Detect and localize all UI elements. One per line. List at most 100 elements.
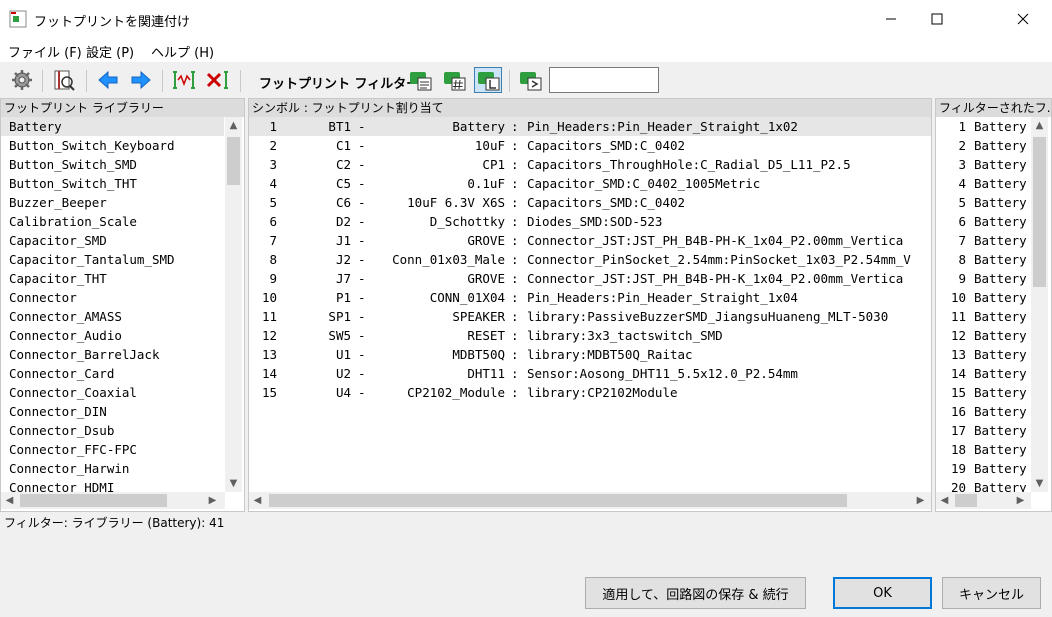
- auto-associate-button[interactable]: [170, 67, 198, 93]
- library-list-item[interactable]: Button_Switch_SMD: [1, 155, 224, 174]
- filtered-name: Battery: [974, 176, 1027, 191]
- filter-by-text-button[interactable]: [516, 67, 544, 93]
- delete-associations-button[interactable]: [203, 67, 231, 93]
- menu-file[interactable]: ファイル (F): [8, 42, 82, 61]
- library-list-item[interactable]: Buzzer_Beeper: [1, 193, 224, 212]
- apply-save-continue-button[interactable]: 適用して、回路図の保存 & 続行: [585, 577, 806, 609]
- filtered-footprint-row[interactable]: 10 Battery: [936, 288, 1031, 307]
- scroll-right-icon[interactable]: ▶: [204, 492, 221, 509]
- filtered-footprint-row[interactable]: 6 Battery: [936, 212, 1031, 231]
- symbol-row[interactable]: 7 J1- GROVE: Connector_JST:JST_PH_B4B-PH-K_…: [249, 231, 931, 250]
- filtered-footprint-row[interactable]: 17 Battery: [936, 421, 1031, 440]
- library-list-item[interactable]: Battery: [1, 117, 224, 136]
- filtered-footprint-row[interactable]: 12 Battery: [936, 326, 1031, 345]
- filter-by-keywords-button[interactable]: [406, 67, 434, 93]
- library-list-item[interactable]: Connector_DIN: [1, 402, 224, 421]
- scroll-left-icon[interactable]: ◀: [1, 492, 18, 509]
- symbol-row[interactable]: 3 C2- CP1: Capacitors_ThroughHole:C_Radial_…: [249, 155, 931, 174]
- filter-by-pin-count-button[interactable]: [440, 67, 468, 93]
- symbol-row[interactable]: 15 U4- CP2102_Module: library:CP2102Module: [249, 383, 931, 402]
- filtered-footprint-row[interactable]: 13 Battery: [936, 345, 1031, 364]
- filtered-footprint-row[interactable]: 8 Battery: [936, 250, 1031, 269]
- scroll-thumb[interactable]: [227, 137, 240, 185]
- filtered-footprint-row[interactable]: 3 Battery: [936, 155, 1031, 174]
- library-list-item[interactable]: Capacitor_THT: [1, 269, 224, 288]
- filtered-hscrollbar[interactable]: ◀ ▶: [936, 492, 1031, 509]
- scroll-thumb[interactable]: [269, 494, 847, 507]
- filtered-footprint-row[interactable]: 9 Battery: [936, 269, 1031, 288]
- library-list-item[interactable]: Connector_Dsub: [1, 421, 224, 440]
- scroll-left-icon[interactable]: ◀: [249, 492, 266, 509]
- library-hscrollbar[interactable]: ◀ ▶: [1, 492, 225, 509]
- symbol-separator: :: [511, 347, 519, 362]
- symbol-row[interactable]: 13 U1- MDBT50Q: library:MDBT50Q_Raitac: [249, 345, 931, 364]
- scroll-right-icon[interactable]: ▶: [1012, 492, 1029, 509]
- symbol-row[interactable]: 4 C5-0.1uF: Capacitor_SMD:C_0402_1005Metri…: [249, 174, 931, 193]
- filtered-footprint-row[interactable]: 4 Battery: [936, 174, 1031, 193]
- toolbar-separator: [240, 70, 241, 92]
- symbol-row[interactable]: 12 SW5- RESET: library:3x3_tactswitch_SMD: [249, 326, 931, 345]
- library-list-item[interactable]: Connector: [1, 288, 224, 307]
- symbol-row[interactable]: 11 SP1- SPEAKER: library:PassiveBuzzerSMD_J…: [249, 307, 931, 326]
- scroll-thumb[interactable]: [1033, 137, 1046, 287]
- library-list-item[interactable]: Capacitor_Tantalum_SMD: [1, 250, 224, 269]
- symbol-row[interactable]: 6 D2- D_Schottky: Diodes_SMD:SOD-523: [249, 212, 931, 231]
- scroll-thumb[interactable]: [20, 494, 167, 507]
- symbol-row[interactable]: 14 U2- DHT11: Sensor:Aosong_DHT11_5.5x12.0_…: [249, 364, 931, 383]
- symbol-separator: :: [511, 309, 519, 324]
- filtered-footprint-row[interactable]: 5 Battery: [936, 193, 1031, 212]
- filtered-footprint-row[interactable]: 7 Battery: [936, 231, 1031, 250]
- filter-by-library-button[interactable]: [474, 67, 502, 93]
- previous-unassigned-button[interactable]: [94, 67, 122, 93]
- library-list-item[interactable]: Connector_Coaxial: [1, 383, 224, 402]
- maximize-button[interactable]: [914, 0, 960, 38]
- filtered-footprint-row[interactable]: 16 Battery: [936, 402, 1031, 421]
- filtered-footprint-row[interactable]: 14 Battery: [936, 364, 1031, 383]
- filtered-footprint-row[interactable]: 2 Battery: [936, 136, 1031, 155]
- library-list-item[interactable]: Connector_FFC-FPC: [1, 440, 224, 459]
- menu-help[interactable]: ヘルプ (H): [151, 42, 214, 61]
- library-list-item[interactable]: Capacitor_SMD: [1, 231, 224, 250]
- minimize-button[interactable]: [868, 0, 914, 38]
- filter-text-input[interactable]: [549, 67, 659, 93]
- cancel-button[interactable]: キャンセル: [942, 577, 1041, 609]
- library-list-item[interactable]: Connector_BarrelJack: [1, 345, 224, 364]
- library-list-item[interactable]: Connector_Card: [1, 364, 224, 383]
- scroll-up-icon[interactable]: ▲: [225, 117, 242, 134]
- library-list-item[interactable]: Connector_Harwin: [1, 459, 224, 478]
- settings-button[interactable]: [8, 67, 36, 93]
- scroll-right-icon[interactable]: ▶: [912, 492, 929, 509]
- filtered-footprint-row[interactable]: 19 Battery: [936, 459, 1031, 478]
- library-browser-button[interactable]: [50, 67, 78, 93]
- library-list-item[interactable]: Button_Switch_Keyboard: [1, 136, 224, 155]
- filtered-footprint-row[interactable]: 15 Battery: [936, 383, 1031, 402]
- scroll-down-icon[interactable]: ▼: [1031, 475, 1048, 492]
- library-list-item[interactable]: Connector_AMASS: [1, 307, 224, 326]
- library-list-item[interactable]: Button_Switch_THT: [1, 174, 224, 193]
- close-button[interactable]: [1000, 0, 1046, 38]
- filtered-vscrollbar[interactable]: ▲ ▼: [1031, 117, 1048, 492]
- scroll-left-icon[interactable]: ◀: [936, 492, 953, 509]
- symbol-separator: :: [511, 138, 519, 153]
- symbol-row[interactable]: 9 J7- GROVE: Connector_JST:JST_PH_B4B-PH-K_…: [249, 269, 931, 288]
- filtered-footprint-row[interactable]: 1 Battery: [936, 117, 1031, 136]
- ok-button[interactable]: OK: [833, 577, 932, 609]
- library-list-item[interactable]: Calibration_Scale: [1, 212, 224, 231]
- filtered-footprint-row[interactable]: 11 Battery: [936, 307, 1031, 326]
- library-list-item[interactable]: Connector_Audio: [1, 326, 224, 345]
- scroll-thumb[interactable]: [955, 494, 977, 507]
- symbol-separator: :: [511, 252, 519, 267]
- symbol-row[interactable]: 1 BT1- Battery: Pin_Headers:Pin_Header_Stra…: [249, 117, 931, 136]
- scroll-up-icon[interactable]: ▲: [1031, 117, 1048, 134]
- symbol-hscrollbar[interactable]: ◀ ▶: [249, 492, 931, 509]
- menu-settings[interactable]: 設定 (P): [86, 42, 134, 61]
- delete-association-icon: [206, 71, 228, 89]
- symbol-row[interactable]: 5 C6-10uF 6.3V X6S: Capacitors_SMD:C_0402: [249, 193, 931, 212]
- symbol-row[interactable]: 2 C1-10uF: Capacitors_SMD:C_0402: [249, 136, 931, 155]
- symbol-row[interactable]: 10 P1- CONN_01X04: Pin_Headers:Pin_Header_S…: [249, 288, 931, 307]
- symbol-row[interactable]: 8 J2- Conn_01x03_Male: Connector_PinSocket_…: [249, 250, 931, 269]
- library-vscrollbar[interactable]: ▲ ▼: [225, 117, 242, 492]
- next-unassigned-button[interactable]: [127, 67, 155, 93]
- filtered-footprint-row[interactable]: 18 Battery: [936, 440, 1031, 459]
- scroll-down-icon[interactable]: ▼: [225, 475, 242, 492]
